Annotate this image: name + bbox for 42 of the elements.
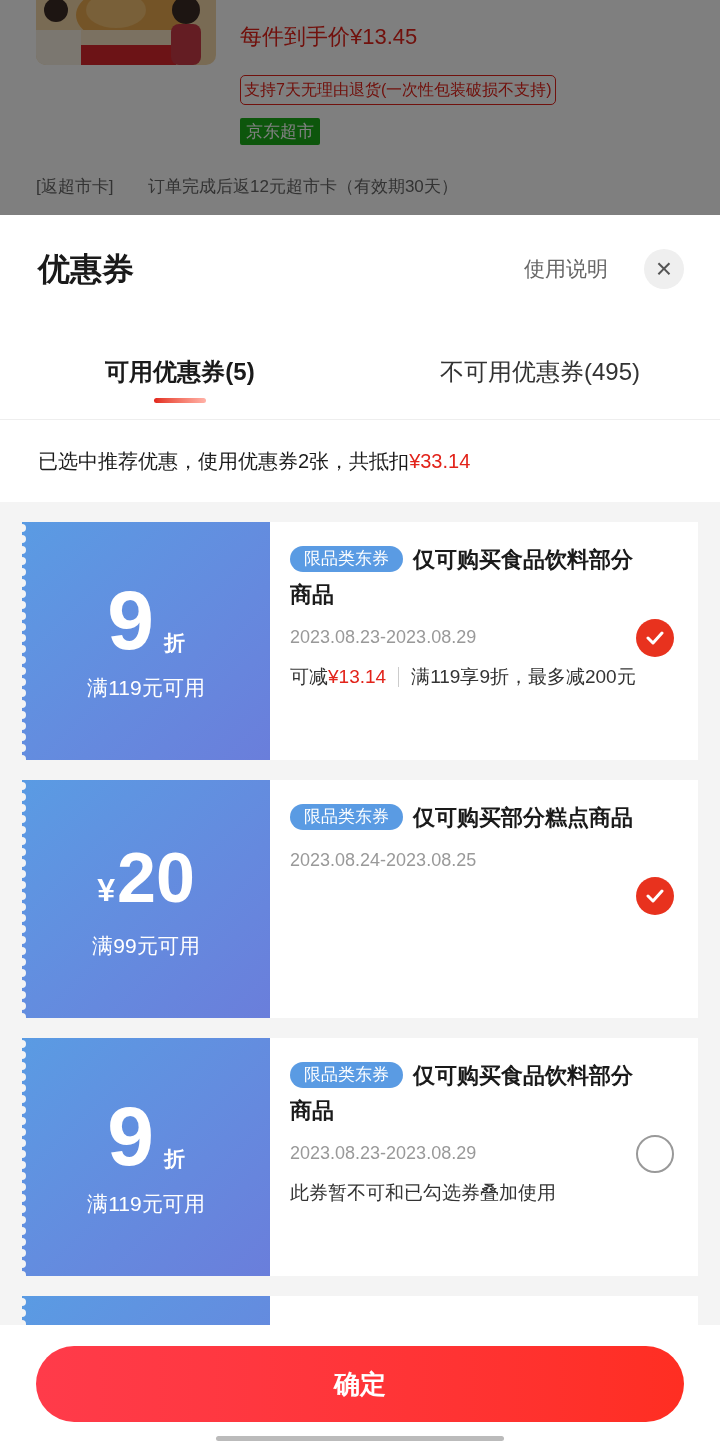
coupon-summary: 已选中推荐优惠，使用优惠券2张，共抵扣¥33.14 xyxy=(38,449,471,474)
select-checkbox[interactable] xyxy=(636,619,674,657)
return-policy-badge: 支持7天无理由退货(一次性包装破损不支持) xyxy=(240,75,556,105)
rebate-label: [返超市卡] xyxy=(36,176,114,198)
discount-rule: 满119享9折，最多减200元 xyxy=(411,665,636,689)
category-tag: 限品类东券 xyxy=(290,1062,403,1088)
confirm-button[interactable]: 确定 xyxy=(36,1346,684,1422)
close-button[interactable]: × xyxy=(644,249,684,289)
coupon-tab[interactable]: 不可用优惠券(495) xyxy=(360,324,720,419)
coupon-tab[interactable]: 可用优惠券(5) xyxy=(0,324,360,419)
coupon-note: 此券暂不可和已勾选券叠加使用 xyxy=(290,1181,557,1205)
saving-amount: 可减¥13.14 xyxy=(290,665,387,689)
usage-instructions-link[interactable]: 使用说明 xyxy=(524,253,608,285)
usage-condition: 满119元可用 xyxy=(87,675,205,702)
validity-dates: 2023.08.23-2023.08.29 xyxy=(290,626,477,649)
discount-unit: 折 xyxy=(163,1145,185,1172)
select-checkbox[interactable] xyxy=(636,877,674,915)
discount-value: 9 xyxy=(107,1094,154,1179)
sheet-title: 优惠券 xyxy=(38,250,134,289)
store-badge: 京东超市 xyxy=(240,118,320,145)
coupon-title: 限品类东券 仅可购买食品饮料部分商品 xyxy=(290,1061,634,1125)
tab-underline xyxy=(154,398,206,403)
currency-symbol: ¥ xyxy=(97,871,115,911)
unit-price: 每件到手价¥13.45 xyxy=(240,23,418,51)
coupon-card[interactable]: ¥20 满99元可用 限品类东券 仅可购买部分糕点商品 2023.08.24-2023.08.25 xyxy=(22,780,698,1018)
category-tag: 限品类东券 xyxy=(290,804,403,830)
coupon-card[interactable]: 9 折 满119元可用 限品类东券 仅可购买食品饮料部分商品 2023.08.23-2023.08.29 此券暂不可和已勾选券叠加使用 xyxy=(22,1038,698,1276)
coupon-title: 限品类东券 仅可购买食品饮料部分商品 xyxy=(290,545,634,609)
coupon-title: 限品类东券 仅可购买部分糕点商品 xyxy=(290,800,640,835)
usage-condition: 满99元可用 xyxy=(92,933,200,960)
validity-dates: 2023.08.24-2023.08.25 xyxy=(290,849,477,872)
select-checkbox[interactable] xyxy=(636,1135,674,1173)
discount-value: 9 xyxy=(107,578,154,663)
rebate-text: 订单完成后返12元超市卡（有效期30天） xyxy=(148,176,458,198)
check-icon xyxy=(646,631,664,645)
check-icon xyxy=(646,889,664,903)
amount-value: 20 xyxy=(116,838,195,920)
discount-unit: 折 xyxy=(163,629,185,656)
usage-condition: 满119元可用 xyxy=(87,1191,205,1218)
category-tag: 限品类东券 xyxy=(290,546,403,572)
validity-dates: 2023.08.23-2023.08.29 xyxy=(290,1142,477,1165)
coupon-card[interactable]: 9 折 满119元可用 限品类东券 仅可购买食品饮料部分商品 2023.08.23-2023.08.29 可减¥13.14 满119享9折，最多减200元 xyxy=(22,522,698,760)
